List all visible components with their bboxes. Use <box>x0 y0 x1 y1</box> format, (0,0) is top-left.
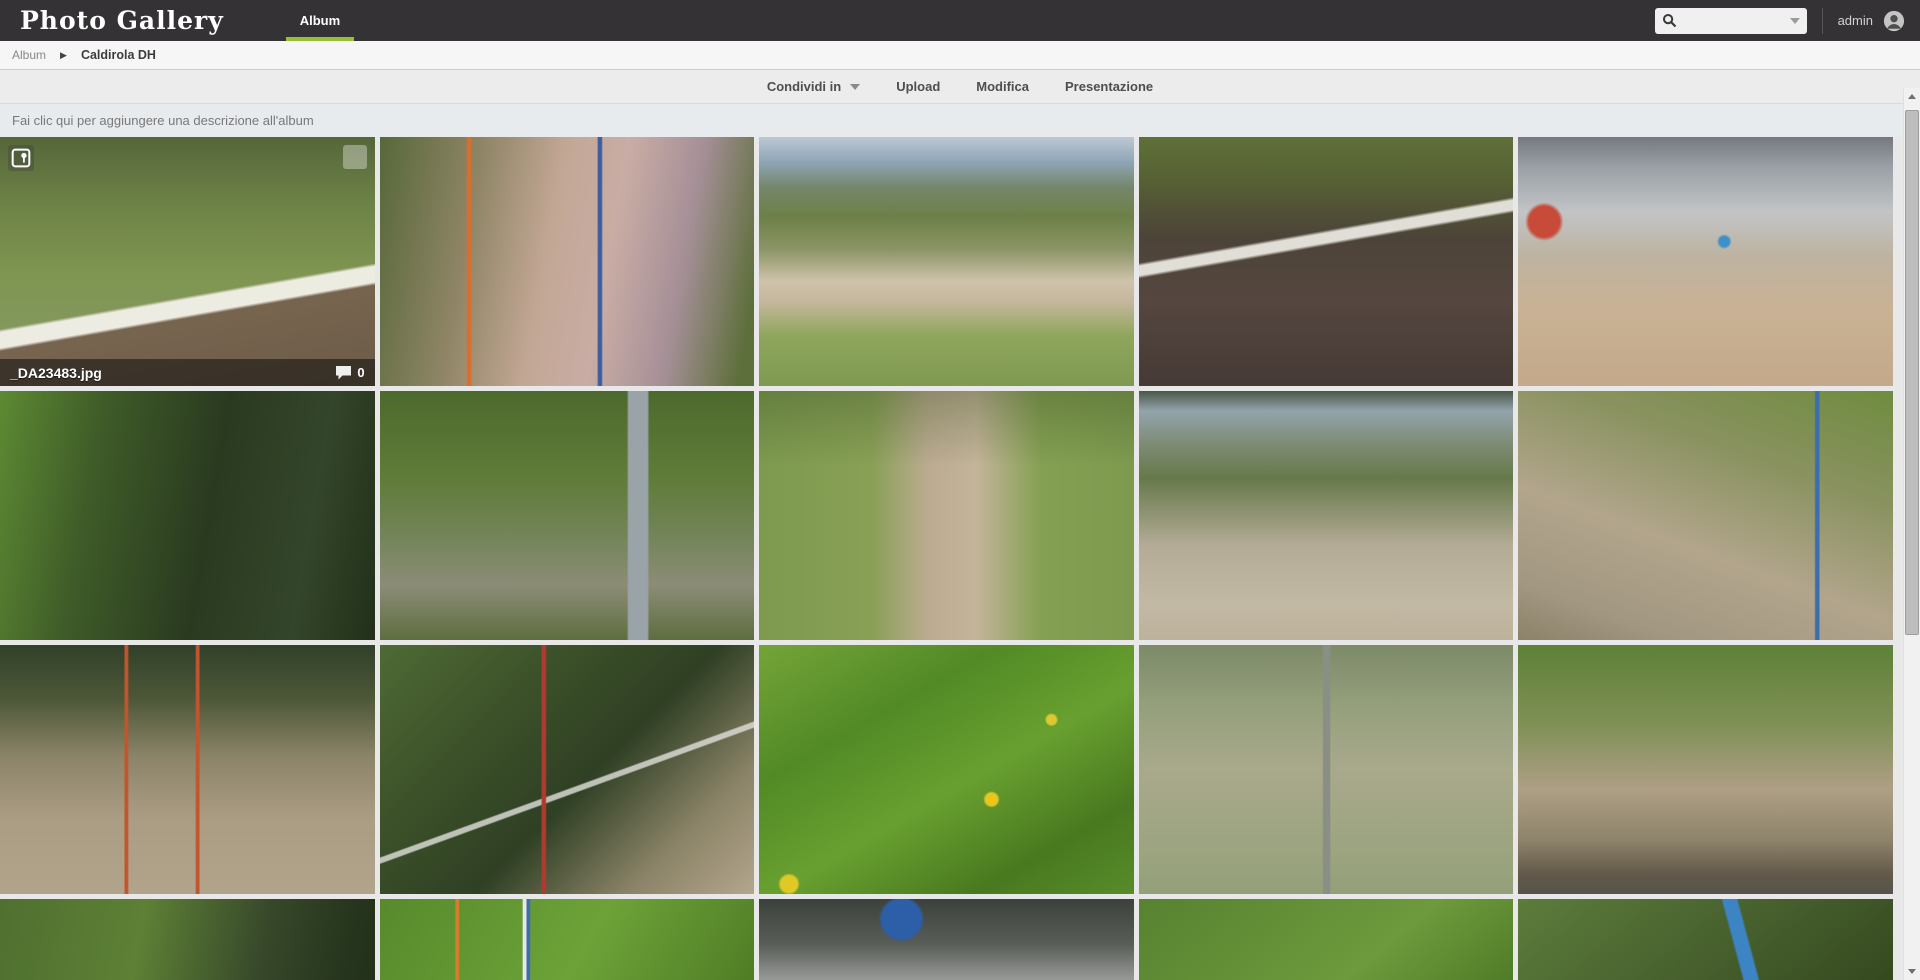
photo-comments: 0 <box>335 365 364 380</box>
tab-album-label: Album <box>300 13 340 28</box>
breadcrumb-album-link[interactable]: Album <box>12 48 46 62</box>
user-avatar-icon[interactable] <box>1883 10 1905 32</box>
album-toolbar: Condividi in Upload Modifica Presentazio… <box>0 70 1920 104</box>
scrollbar-up-arrow[interactable] <box>1904 88 1920 105</box>
search-input[interactable] <box>1681 13 1786 28</box>
photo-caption-bar: _DA23483.jpg 0 <box>0 359 375 386</box>
search-icon <box>1662 13 1677 28</box>
photo-thumbnail[interactable] <box>759 391 1134 640</box>
photo-thumbnail[interactable] <box>1139 645 1514 894</box>
tab-album[interactable]: Album <box>286 0 354 41</box>
photo-thumbnail[interactable]: ✕ xtremehardware.com <box>1518 899 1893 980</box>
photo-thumbnail[interactable]: _DA23483.jpg 0 <box>0 137 375 386</box>
photo-thumbnail[interactable] <box>1518 137 1893 386</box>
photo-thumbnail[interactable] <box>0 645 375 894</box>
search-box[interactable] <box>1655 8 1807 34</box>
breadcrumb-current: Caldirola DH <box>81 48 156 62</box>
top-bar: Photo Gallery Album admin <box>0 0 1920 41</box>
photo-thumbnail[interactable] <box>1518 645 1893 894</box>
scrollbar-thumb[interactable] <box>1905 110 1919 635</box>
photo-thumbnail[interactable] <box>0 391 375 640</box>
edit-button-label: Modifica <box>976 79 1029 94</box>
upload-button-label: Upload <box>896 79 940 94</box>
share-button[interactable]: Condividi in <box>767 79 860 94</box>
user-name[interactable]: admin <box>1838 13 1873 28</box>
scrollbar-down-arrow[interactable] <box>1904 963 1920 980</box>
topbar-divider <box>1822 8 1823 34</box>
photo-thumbnail[interactable] <box>380 899 755 980</box>
slideshow-button[interactable]: Presentazione <box>1065 79 1153 94</box>
upload-button[interactable]: Upload <box>896 79 940 94</box>
album-description-prompt[interactable]: Fai clic qui per aggiungere una descrizi… <box>0 104 1920 137</box>
photo-filename: _DA23483.jpg <box>10 365 102 381</box>
photo-thumbnail[interactable] <box>759 899 1134 980</box>
photo-thumbnail[interactable] <box>0 899 375 980</box>
photo-thumbnail[interactable] <box>380 645 755 894</box>
slideshow-button-label: Presentazione <box>1065 79 1153 94</box>
breadcrumb-arrow-icon: ▶ <box>60 50 67 61</box>
vertical-scrollbar[interactable] <box>1903 88 1920 980</box>
photo-grid: _DA23483.jpg 0 <box>0 137 1893 980</box>
photo-select-icon[interactable] <box>8 145 34 171</box>
photo-thumbnail[interactable] <box>380 137 755 386</box>
photo-thumbnail[interactable] <box>1139 899 1514 980</box>
comment-count: 0 <box>357 365 364 380</box>
topbar-right: admin <box>1655 8 1920 34</box>
photo-thumbnail[interactable] <box>1139 137 1514 386</box>
edit-button[interactable]: Modifica <box>976 79 1029 94</box>
share-button-label: Condividi in <box>767 79 841 94</box>
app-logo[interactable]: Photo Gallery <box>20 6 224 35</box>
photo-action-icon[interactable] <box>343 145 367 169</box>
photo-thumbnail[interactable] <box>380 391 755 640</box>
comment-bubble-icon <box>335 365 352 380</box>
tab-active-underline <box>286 37 354 41</box>
photo-thumbnail[interactable] <box>759 137 1134 386</box>
photo-thumbnail[interactable] <box>1518 391 1893 640</box>
breadcrumb: Album ▶ Caldirola DH <box>0 41 1920 70</box>
photo-thumbnail[interactable] <box>759 645 1134 894</box>
share-caret-icon <box>850 84 860 90</box>
search-scope-caret-icon[interactable] <box>1790 18 1800 24</box>
photo-thumbnail[interactable] <box>1139 391 1514 640</box>
